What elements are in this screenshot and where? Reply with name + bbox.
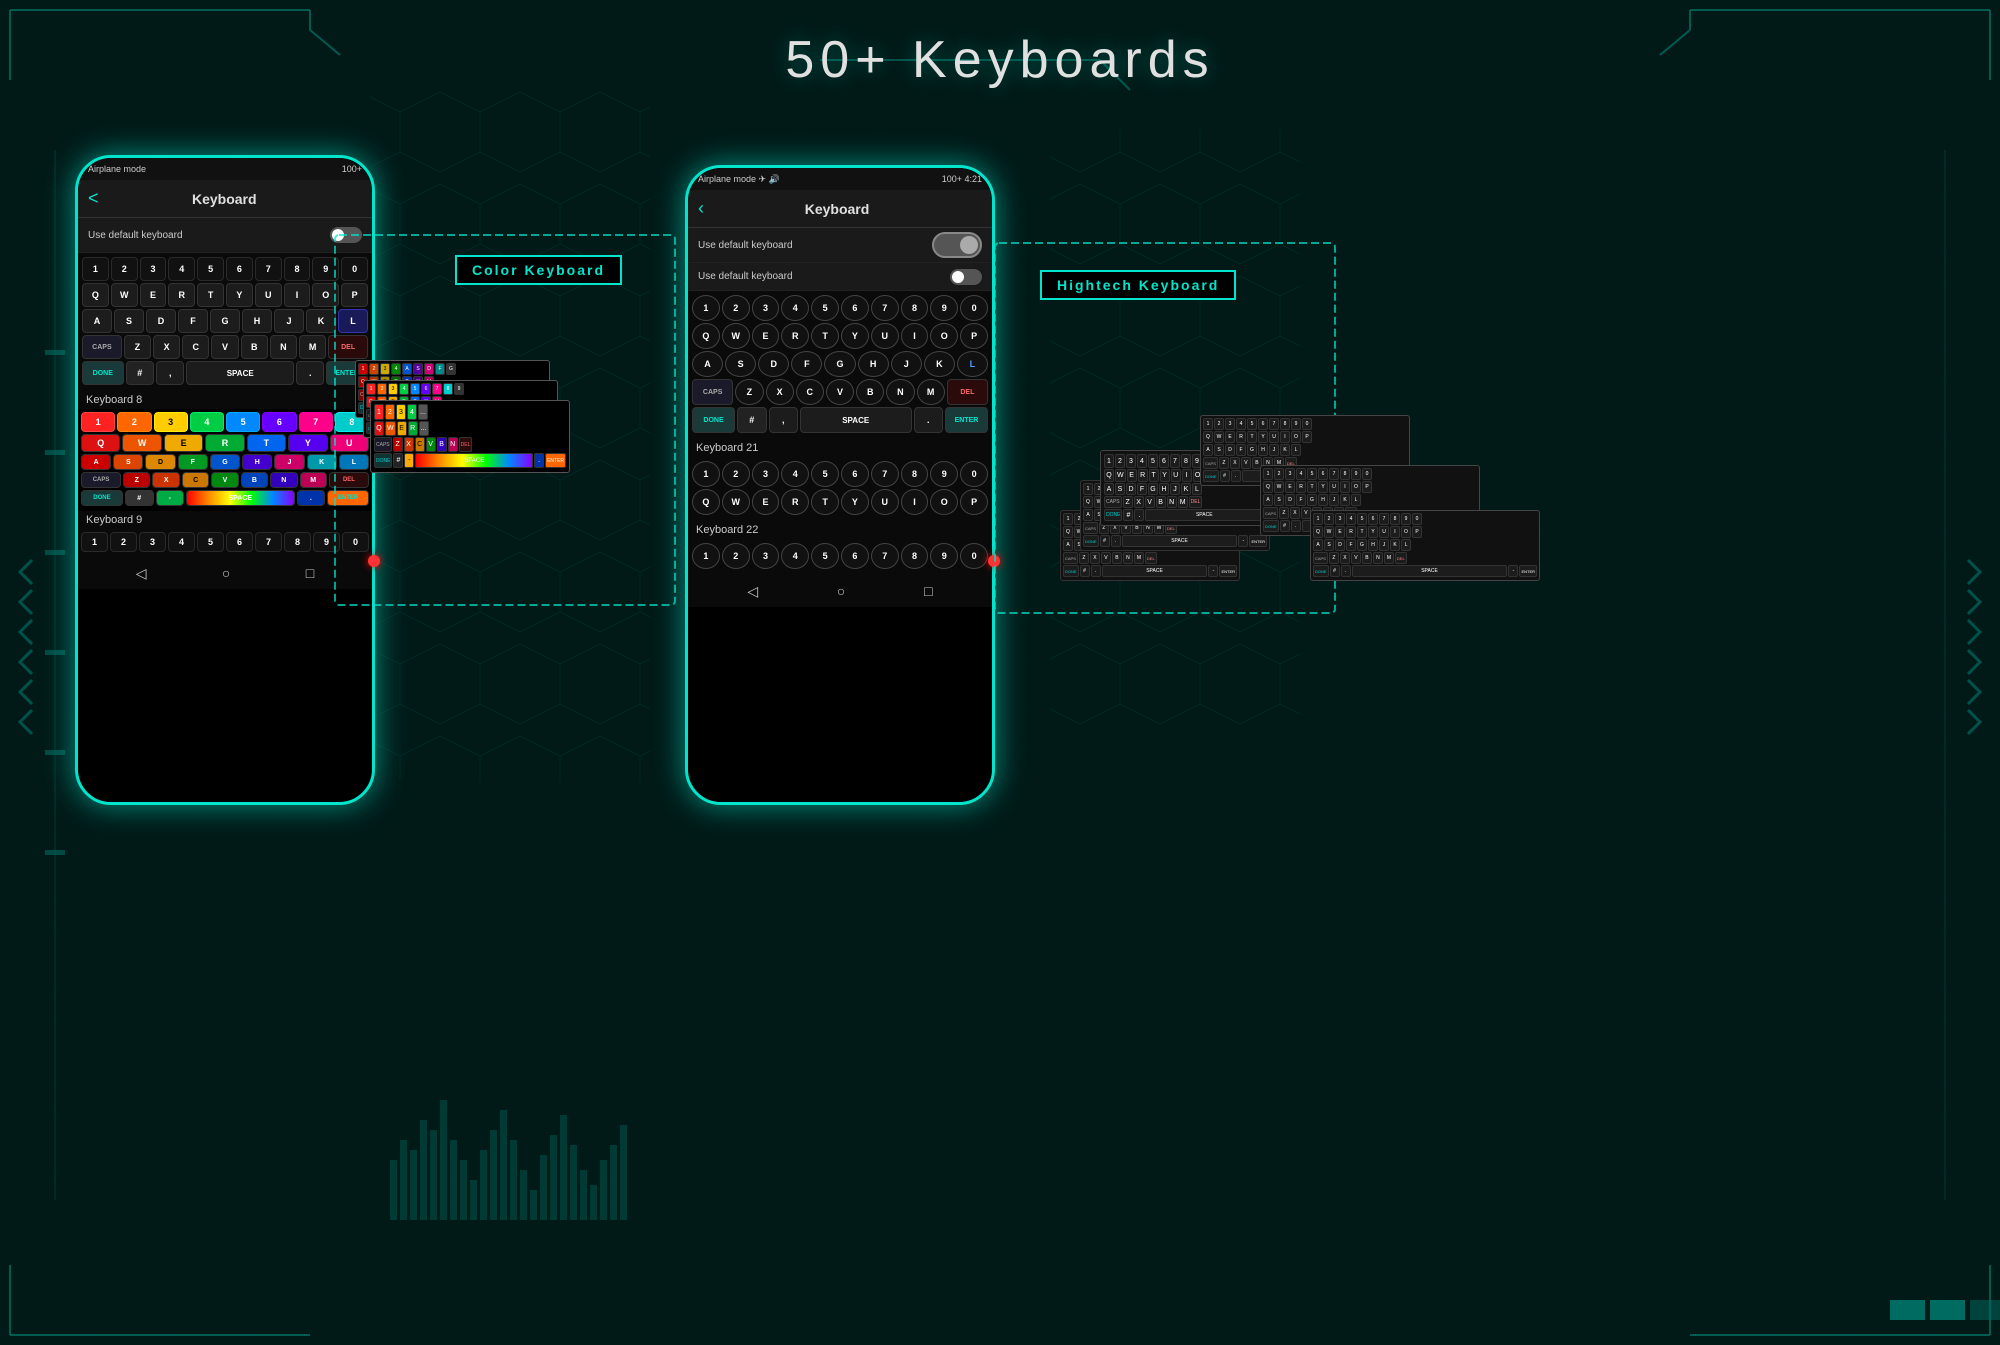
status-right-text: Airplane mode ✈ 🔊 [698,174,780,185]
nav-back-left[interactable]: ◁ [136,565,147,582]
key-comma-left[interactable]: , [156,361,184,385]
key-9[interactable]: 9 [312,257,339,281]
key-6[interactable]: 6 [226,257,253,281]
status-battery-left: 100+ [342,164,362,174]
toggle-row-left: Use default keyboard [78,218,372,253]
key-7[interactable]: 7 [255,257,282,281]
key-hash-left[interactable]: # [126,361,154,385]
top-bar-title-right: Keyboard [712,201,962,217]
color-keyboard-preview: 1 2 3 4 5 6 7 8 Q W E R T Y U A S D [78,409,372,511]
nav-recent-left[interactable]: □ [306,565,314,581]
glow-dot-right [988,555,1000,567]
key-8[interactable]: 8 [284,257,311,281]
key-y[interactable]: Y [226,283,253,307]
phone-left: Airplane mode 100+ < Keyboard Use defaul… [75,155,375,805]
nav-bar-left: ◁ ○ □ [78,557,372,589]
top-bar-left: < Keyboard [78,180,372,218]
toggle-row-right: Use default keyboard [688,228,992,263]
key-o[interactable]: O [312,283,339,307]
key-m[interactable]: M [299,335,326,359]
toggle-label-right: Use default keyboard [698,240,793,251]
key-i[interactable]: I [284,283,311,307]
keyboard-8-label: Keyboard 8 [78,391,372,409]
nav-home-right[interactable]: ○ [837,583,845,599]
key-u[interactable]: U [255,283,282,307]
number-row-left: 1 2 3 4 5 6 7 8 9 0 [82,257,368,281]
key-v[interactable]: V [211,335,238,359]
hightech-keyboard-label: Hightech Keyboard [1040,270,1236,300]
nav-bar-right: ◁ ○ □ [688,575,992,607]
key-w[interactable]: W [111,283,138,307]
key-c[interactable]: C [182,335,209,359]
a-row-left: A S D F G H J K L [82,309,368,333]
page-title: 50+ Keyboards [785,30,1214,90]
toggle-switch-right[interactable] [932,232,982,258]
key-p[interactable]: P [341,283,368,307]
key-4[interactable]: 4 [168,257,195,281]
status-bar-left: Airplane mode 100+ [78,158,372,180]
keyboard-22-label: Keyboard 22 [688,521,992,539]
q-row-left: Q W E R T Y U I O P [82,283,368,307]
key-h[interactable]: H [242,309,272,333]
top-bar-right: ‹ Keyboard [688,190,992,228]
key-del-left[interactable]: DEL [328,335,368,359]
z-row-left: CAPS Z X C V B N M DEL [82,335,368,359]
key-done-left[interactable]: DONE [82,361,124,385]
key-space-left[interactable]: SPACE [186,361,294,385]
key-k[interactable]: K [306,309,336,333]
key-1[interactable]: 1 [82,257,109,281]
toggle-switch-left[interactable] [330,227,362,243]
key-caps-left[interactable]: CAPS [82,335,122,359]
key-5[interactable]: 5 [197,257,224,281]
key-x[interactable]: X [153,335,180,359]
key-s[interactable]: S [114,309,144,333]
key-j[interactable]: J [274,309,304,333]
back-button-right[interactable]: ‹ [698,198,704,219]
key-e[interactable]: E [140,283,167,307]
status-battery-right: 100+ 4:21 [942,174,982,184]
bottom-row-left: DONE # , SPACE . ENTER [82,361,368,385]
status-bar-right: Airplane mode ✈ 🔊 100+ 4:21 [688,168,992,190]
key-d[interactable]: D [146,309,176,333]
key-2[interactable]: 2 [111,257,138,281]
key-q[interactable]: Q [82,283,109,307]
key-l[interactable]: L [338,309,368,333]
toggle-row-right2: Use default keyboard [688,263,992,291]
toggle-label-right2: Use default keyboard [698,271,793,282]
status-left-text: Airplane mode [88,164,146,174]
key-0[interactable]: 0 [341,257,368,281]
top-bar-title-left: Keyboard [107,191,342,207]
key-r[interactable]: R [168,283,195,307]
stacked-kb-6: 1234567890 QWERTYUIOP ASDFGHJKL CAPSZXVB… [1310,510,1540,581]
phone-right: Airplane mode ✈ 🔊 100+ 4:21 ‹ Keyboard U… [685,165,995,805]
key-f[interactable]: F [178,309,208,333]
toggle-label-left: Use default keyboard [88,230,183,241]
keyboard-21-label: Keyboard 21 [688,439,992,457]
nav-back-right[interactable]: ◁ [747,583,758,600]
key-3[interactable]: 3 [140,257,167,281]
color-keyboard-label: Color Keyboard [455,255,622,285]
key-g[interactable]: G [210,309,240,333]
back-button-left[interactable]: < [88,188,99,209]
key-n[interactable]: N [270,335,297,359]
key-z[interactable]: Z [124,335,151,359]
keyboard-area-right: 1 2 3 4 5 6 7 8 9 0 Q W E R T Y U I O [688,291,992,439]
glow-dot-left [368,555,380,567]
key-b[interactable]: B [241,335,268,359]
key-period-left[interactable]: . [296,361,324,385]
keyboard-9-label: Keyboard 9 [78,511,372,529]
toggle-switch-right2[interactable] [950,269,982,285]
keyboard-area-left: 1 2 3 4 5 6 7 8 9 0 Q W E R T Y U I [78,253,372,391]
nav-recent-right[interactable]: □ [924,583,932,599]
key-t[interactable]: T [197,283,224,307]
floating-kb-main: 1 2 3 4 ... Q W E R ... CAPS Z X C V B N… [370,400,570,473]
nav-home-left[interactable]: ○ [222,565,230,581]
key-a[interactable]: A [82,309,112,333]
